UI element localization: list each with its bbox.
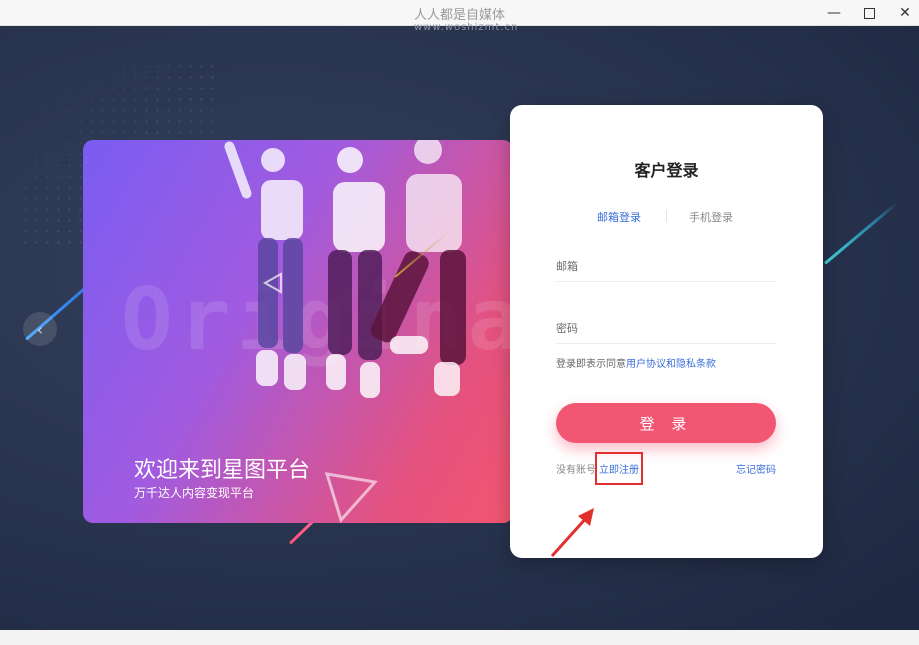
hero-banner: Originality bbox=[83, 140, 513, 523]
decorative-streak-teal bbox=[824, 201, 899, 265]
login-button[interactable]: 登 录 bbox=[556, 403, 776, 443]
hero-subtitle: 万千达人内容变现平台 bbox=[134, 486, 255, 500]
tab-phone-login[interactable]: 手机登录 bbox=[689, 209, 733, 225]
agreement-text: 登录即表示同意用户协议和隐私条款 bbox=[556, 355, 716, 370]
maximize-icon[interactable] bbox=[850, 0, 888, 26]
email-field[interactable] bbox=[556, 252, 776, 282]
watermark: www.woshizmt.cn bbox=[414, 22, 519, 33]
footer-strip bbox=[0, 630, 919, 645]
decorative-triangle-small bbox=[262, 272, 282, 294]
chevron-left-icon[interactable]: ‹ bbox=[23, 312, 57, 346]
login-card: 客户登录 邮箱登录 手机登录 登录即表示同意用户协议和隐私条款 登 录 没有账号… bbox=[510, 105, 823, 558]
agreement-prefix: 登录即表示同意 bbox=[556, 359, 626, 370]
password-field[interactable] bbox=[556, 314, 776, 344]
agreement-link[interactable]: 用户协议和隐私条款 bbox=[626, 359, 716, 370]
window-title: 人人都是自媒体 bbox=[413, 8, 505, 23]
login-title: 客户登录 bbox=[634, 161, 699, 180]
login-page-background: ‹ Originality bbox=[0, 26, 919, 630]
hero-people-illustration bbox=[224, 140, 466, 398]
close-icon[interactable]: ✕ bbox=[886, 0, 919, 26]
tab-divider bbox=[666, 210, 667, 222]
arrow-icon bbox=[550, 508, 594, 558]
forgot-password-link[interactable]: 忘记密码 bbox=[736, 461, 776, 476]
hero-title: 欢迎来到星图平台 bbox=[134, 458, 311, 483]
no-account-text: 没有账号 bbox=[556, 465, 596, 476]
tab-email-login[interactable]: 邮箱登录 bbox=[597, 209, 641, 225]
highlight-box bbox=[595, 452, 643, 485]
minimize-icon[interactable]: — bbox=[815, 0, 853, 26]
decorative-triangle-large bbox=[324, 472, 378, 523]
